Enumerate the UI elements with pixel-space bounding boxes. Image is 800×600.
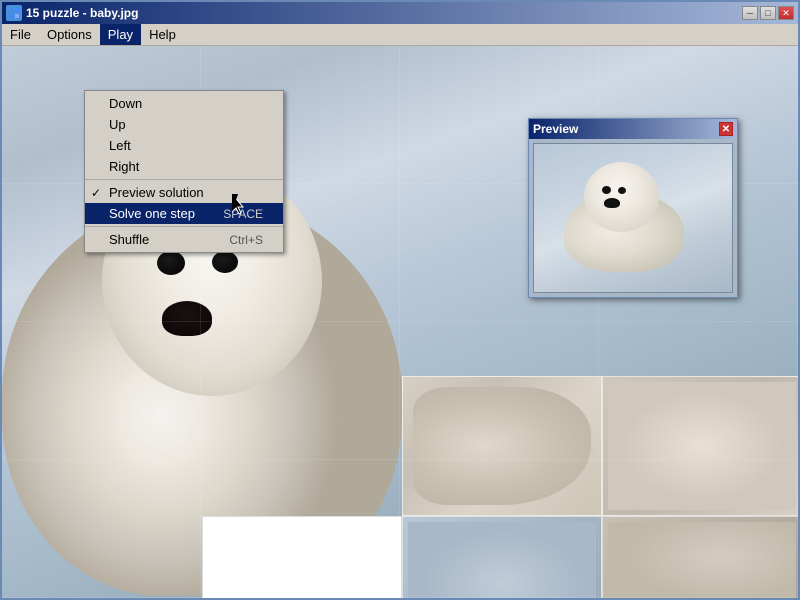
menu-file[interactable]: File <box>2 24 39 45</box>
menu-solve-one-step[interactable]: Solve one step SPACE <box>85 203 283 224</box>
menu-help[interactable]: Help <box>141 24 184 45</box>
solve-shortcut: SPACE <box>223 207 263 221</box>
close-button[interactable]: ✕ <box>778 6 794 20</box>
preview-title-bar: Preview ✕ <box>529 119 737 139</box>
empty-puzzle-cell <box>202 516 402 598</box>
separator-2 <box>85 226 283 227</box>
minimize-button[interactable]: ─ <box>742 6 758 20</box>
separator-1 <box>85 179 283 180</box>
play-dropdown-menu: Down Up Left Right Preview solution Solv… <box>84 90 284 253</box>
preview-title-text: Preview <box>533 122 578 136</box>
window-title: 15 puzzle - baby.jpg <box>26 6 742 20</box>
title-bar: 15 puzzle - baby.jpg ─ □ ✕ <box>2 2 798 24</box>
menu-bar: File Options Play Help <box>2 24 798 46</box>
menu-play[interactable]: Play <box>100 24 141 45</box>
preview-close-button[interactable]: ✕ <box>719 122 733 136</box>
main-window: 15 puzzle - baby.jpg ─ □ ✕ File Options … <box>0 0 800 600</box>
menu-up[interactable]: Up <box>85 114 283 135</box>
menu-options[interactable]: Options <box>39 24 100 45</box>
menu-shuffle[interactable]: Shuffle Ctrl+S <box>85 229 283 250</box>
shuffle-shortcut: Ctrl+S <box>229 233 263 247</box>
preview-image-container <box>529 139 737 297</box>
menu-down[interactable]: Down <box>85 93 283 114</box>
menu-left[interactable]: Left <box>85 135 283 156</box>
preview-window: Preview ✕ <box>528 118 738 298</box>
main-content: Down Up Left Right Preview solution Solv… <box>2 46 798 598</box>
preview-image <box>533 143 733 293</box>
menu-preview-solution[interactable]: Preview solution <box>85 182 283 203</box>
window-icon <box>6 5 22 21</box>
maximize-button[interactable]: □ <box>760 6 776 20</box>
menu-right[interactable]: Right <box>85 156 283 177</box>
window-controls: ─ □ ✕ <box>742 6 794 20</box>
